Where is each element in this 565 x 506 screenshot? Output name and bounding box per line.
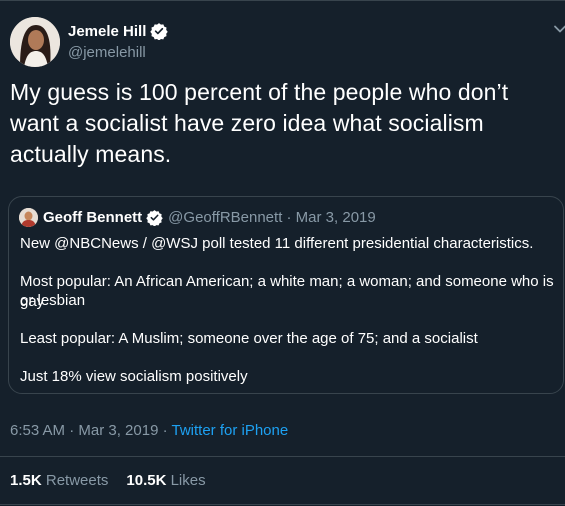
author-name-row: Jemele Hill (68, 22, 169, 41)
quoted-avatar (19, 208, 38, 227)
quoted-text-line: Least popular: A Muslim; someone over th… (20, 330, 478, 347)
tweet-meta: 6:53 AM · Mar 3, 2019 · Twitter for iPho… (10, 422, 288, 439)
tweet-timestamp[interactable]: 6:53 AM · Mar 3, 2019 · (10, 422, 171, 439)
quoted-header: Geoff Bennett @GeoffRBennett · Mar 3, 20… (43, 209, 376, 227)
quoted-handle-date: @GeoffRBennett · Mar 3, 2019 (168, 209, 376, 226)
likes-label: Likes (170, 472, 206, 489)
avatar[interactable] (10, 17, 60, 67)
tweet-text: My guess is 100 percent of the people wh… (10, 79, 509, 167)
retweets-count: 1.5K (10, 472, 42, 489)
divider (0, 504, 565, 505)
tweet-source-link[interactable]: Twitter for iPhone (171, 422, 288, 439)
chevron-down-icon[interactable] (553, 22, 565, 36)
quoted-text-line: or lesbian (20, 292, 86, 309)
verified-badge-icon (150, 22, 169, 41)
top-border (0, 0, 565, 1)
quoted-text-line: New @NBCNews / @WSJ poll tested 11 diffe… (20, 235, 534, 252)
quoted-tweet-card[interactable]: Geoff Bennett @GeoffRBennett · Mar 3, 20… (8, 196, 564, 394)
author-name[interactable]: Jemele Hill (68, 23, 146, 40)
avatar-image (10, 17, 60, 67)
divider (0, 456, 565, 457)
quoted-author-name: Geoff Bennett (43, 209, 143, 226)
likes-count: 10.5K (126, 472, 167, 489)
retweets-label: Retweets (45, 472, 109, 489)
verified-badge-icon (146, 209, 163, 227)
quoted-text-line: Just 18% view socialism positively (20, 368, 248, 385)
retweets-stat[interactable]: 1.5K Retweets (10, 472, 108, 489)
tweet-stats: 1.5K Retweets 10.5K Likes (10, 472, 206, 489)
likes-stat[interactable]: 10.5K Likes (126, 472, 205, 489)
author-handle[interactable]: @jemelehill (68, 44, 146, 61)
